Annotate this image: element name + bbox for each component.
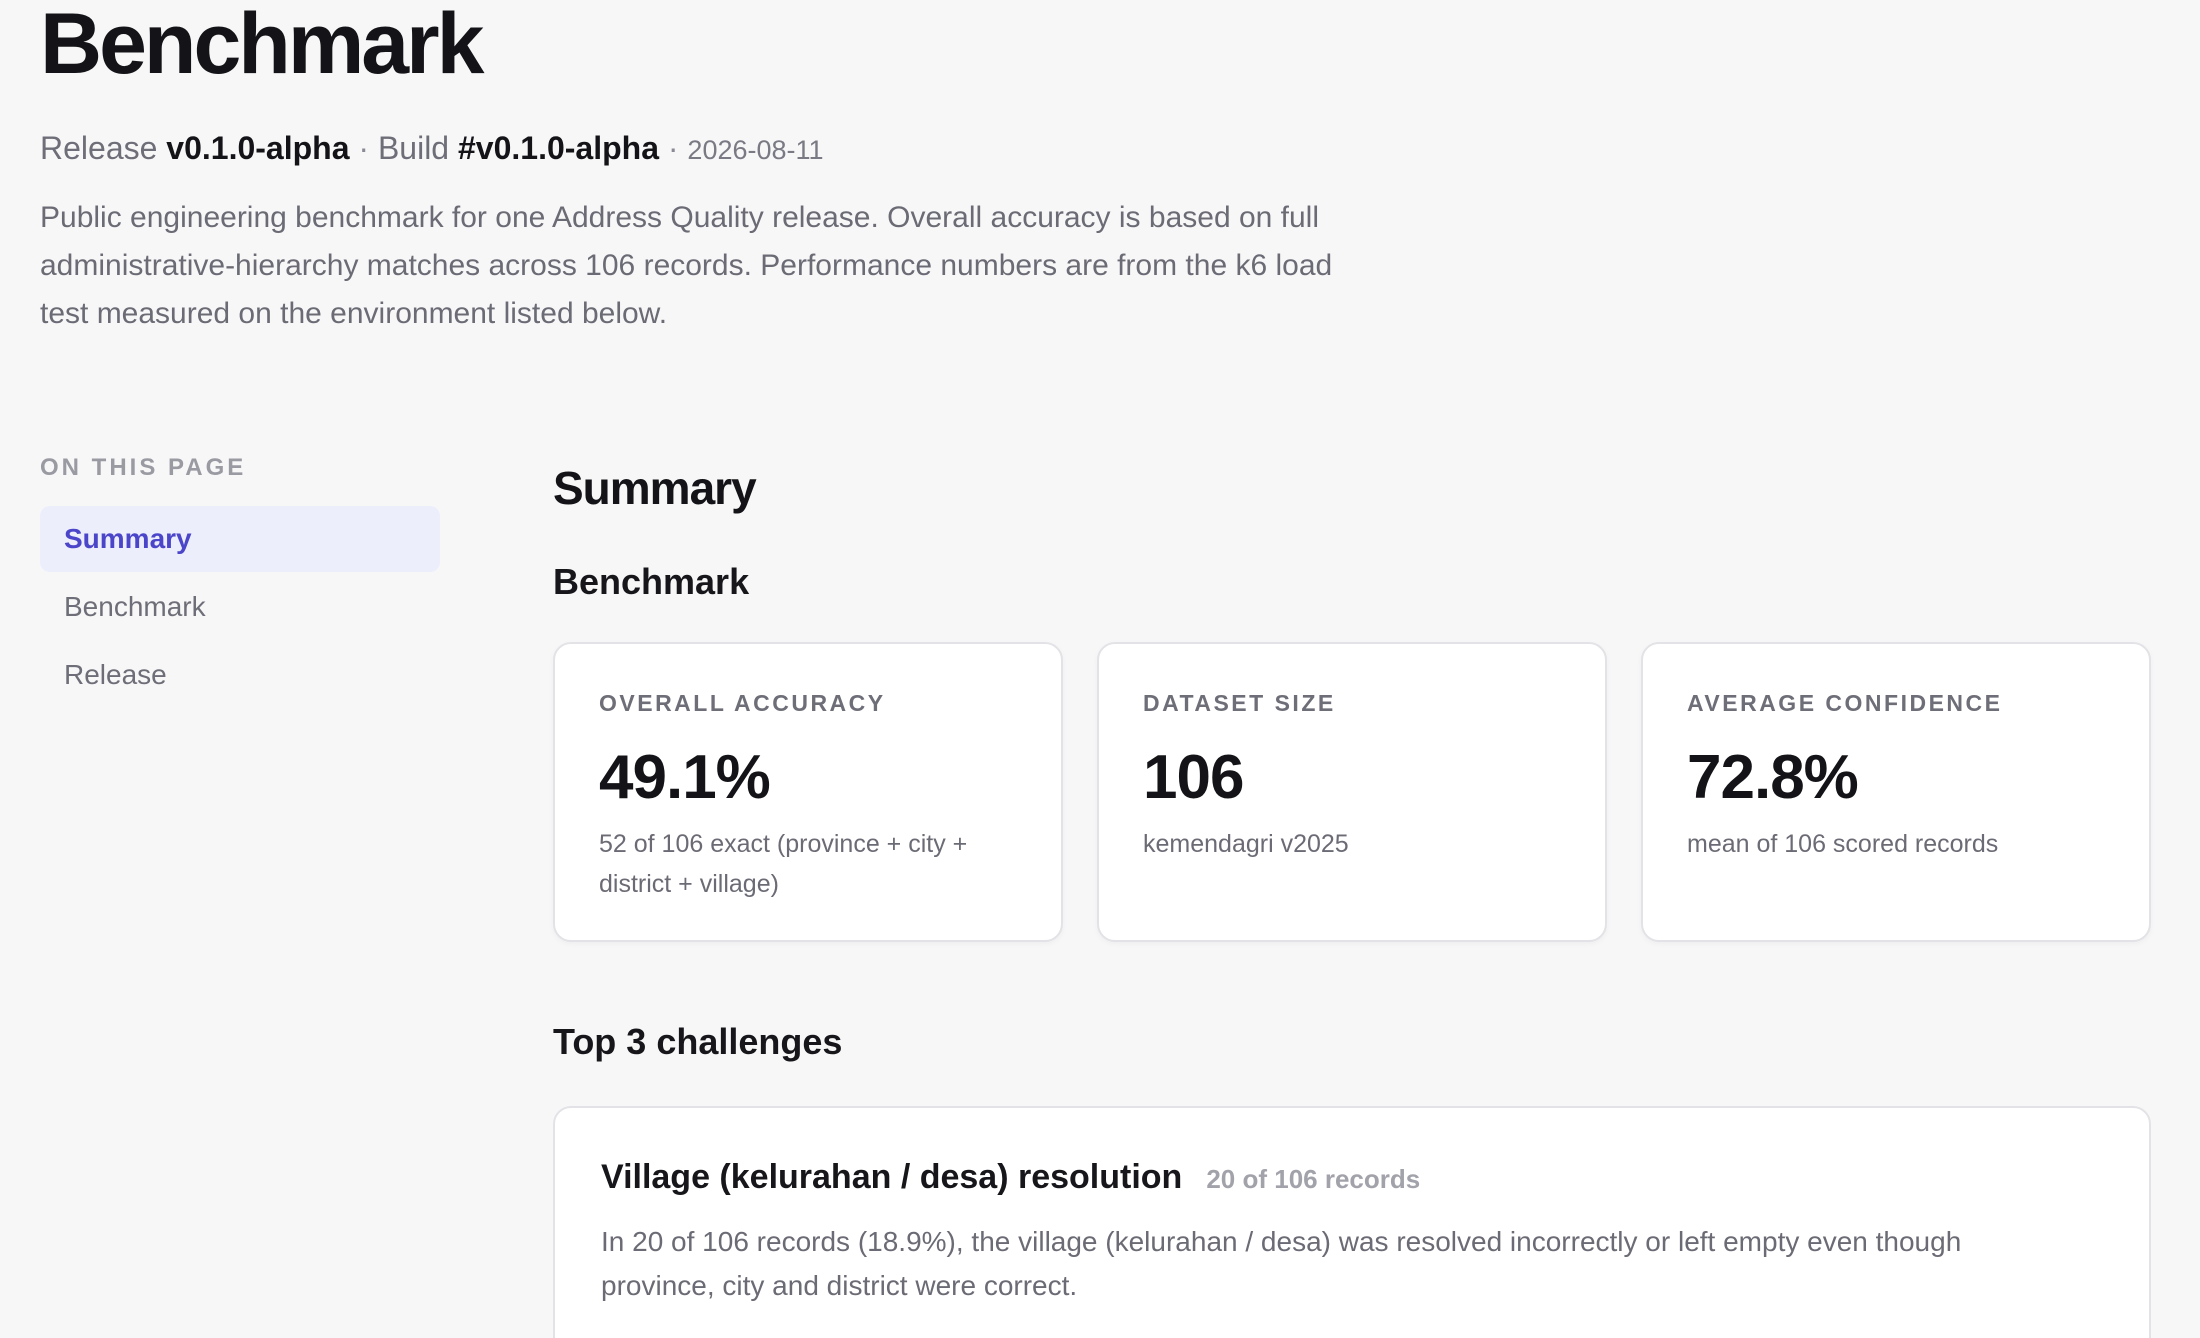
separator: · [358,130,370,166]
metric-card-overall-accuracy: OVERALL ACCURACY 49.1% 52 of 106 exact (… [553,642,1063,942]
metric-caption: mean of 106 scored records [1687,830,1999,858]
challenge-card: Village (kelurahan / desa) resolution 20… [553,1106,2151,1338]
toc-item-release[interactable]: Release [40,642,440,708]
metric-card-dataset-size: DATASET SIZE 106 kemendagri v2025 [1097,642,1607,942]
metric-caption: 52 of 106 exact (province + city + distr… [599,830,968,898]
metric-cards: OVERALL ACCURACY 49.1% 52 of 106 exact (… [553,642,2151,942]
metric-value: 49.1% [599,743,771,812]
page: Benchmark Release v0.1.0-alpha · Build #… [0,0,2200,1338]
release-version: v0.1.0-alpha [166,130,350,166]
release-meta: Release v0.1.0-alpha · Build #v0.1.0-alp… [40,126,824,172]
metric-caption: kemendagri v2025 [1143,830,1349,858]
challenge-count: 20 of 106 records [1206,1164,1421,1194]
toc-item-summary[interactable]: Summary [40,506,440,572]
separator: · [667,130,679,166]
metric-label: AVERAGE CONFIDENCE [1687,690,2003,716]
challenge-title: Village (kelurahan / desa) resolution [601,1158,1183,1196]
metric-value: 106 [1143,743,1244,812]
intro-paragraph: Public engineering benchmark for one Add… [40,201,1333,330]
metric-label: OVERALL ACCURACY [599,690,886,716]
release-date: 2026-08-11 [687,135,824,165]
metric-label: DATASET SIZE [1143,690,1336,716]
build-id: #v0.1.0-alpha [457,130,659,166]
release-label: Release [40,130,158,166]
on-this-page-nav: ON THIS PAGE Summary Benchmark Release [40,448,440,710]
benchmark-heading: Benchmark [553,561,750,602]
metric-value: 72.8% [1687,743,1859,812]
toc-item-benchmark[interactable]: Benchmark [40,574,440,640]
challenge-title-row: Village (kelurahan / desa) resolution 20… [601,1154,2103,1200]
challenges-heading: Top 3 challenges [553,1021,843,1062]
page-title: Benchmark [40,0,484,92]
main-content: Summary Benchmark OVERALL ACCURACY 49.1%… [553,452,2151,1338]
build-label: Build [377,130,450,166]
summary-heading: Summary [553,462,757,514]
toc-heading: ON THIS PAGE [40,454,247,481]
challenge-description: In 20 of 106 records (18.9%), the villag… [601,1226,1962,1301]
metric-card-average-confidence: AVERAGE CONFIDENCE 72.8% mean of 106 sco… [1641,642,2151,942]
